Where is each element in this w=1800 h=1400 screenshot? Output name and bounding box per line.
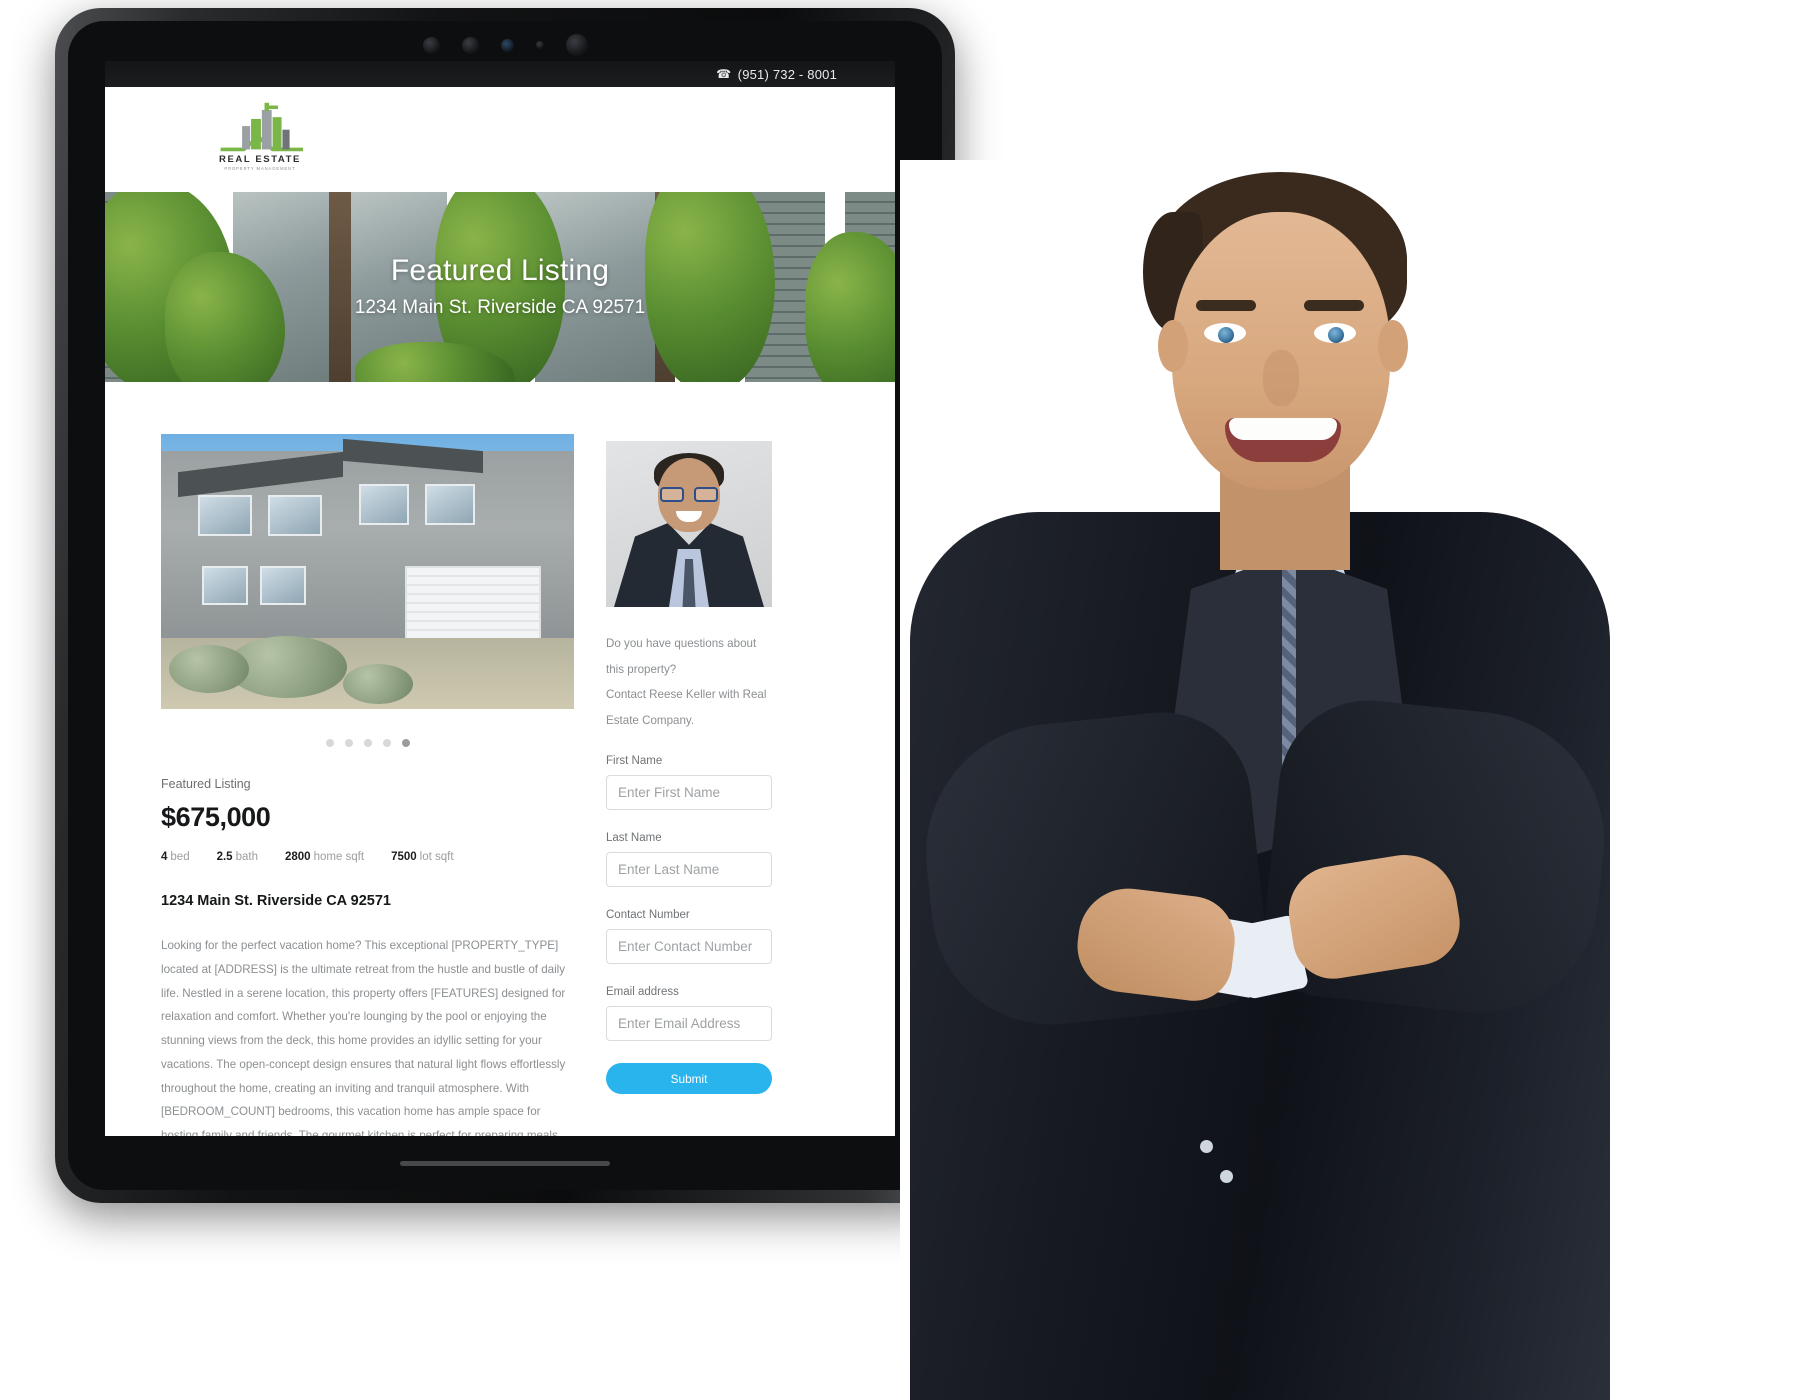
listing-description: Looking for the perfect vacation home? T…	[161, 939, 566, 1136]
last-name-label: Last Name	[606, 832, 662, 844]
listing-address: 1234 Main St. Riverside CA 92571	[161, 893, 391, 909]
businessman-photo	[900, 160, 1618, 1400]
tablet-bezel: ☎ (951) 732 - 8001 REAL ESTATE PROPERTY …	[68, 21, 942, 1190]
first-name-label: First Name	[606, 755, 663, 767]
hero-address: 1234 Main St. Riverside CA 92571	[354, 297, 646, 318]
listing-specs: 4 bed 2.5 bath 2800 home sqft 7500 lot sqft	[161, 851, 574, 863]
tablet-device: ☎ (951) 732 - 8001 REAL ESTATE PROPERTY …	[55, 8, 955, 1203]
gallery-dots[interactable]	[161, 739, 574, 747]
phone-icon: ☎	[715, 67, 731, 81]
site-logo[interactable]: REAL ESTATE PROPERTY MANAGEMENT	[217, 101, 304, 171]
hero-text-block: Featured Listing 1234 Main St. Riverside…	[105, 254, 895, 319]
spec-bath-label: bath	[235, 851, 258, 863]
logo-subtitle: PROPERTY MANAGEMENT	[224, 166, 296, 171]
spec-home-sqft-label: home sqft	[313, 851, 365, 863]
listing-column: Featured Listing $675,000 4 bed 2.5 bath 2…	[161, 434, 574, 1136]
spec-bath-value: 2.5	[216, 851, 233, 863]
gallery-dot[interactable]	[382, 739, 391, 747]
screenshot-stage: ☎ (951) 732 - 8001 REAL ESTATE PROPERTY …	[0, 0, 1800, 1400]
spec-home-sqft-value: 2800	[284, 851, 311, 863]
building-skyline-icon	[220, 102, 304, 152]
listing-eyebrow: Featured Listing	[161, 777, 251, 791]
contact-intro-line1: Do you have questions about this propert…	[606, 637, 757, 676]
site-header: REAL ESTATE PROPERTY MANAGEMENT	[105, 87, 895, 192]
spec-bed-value: 4	[161, 851, 168, 863]
email-label: Email address	[606, 986, 679, 998]
lens-icon	[500, 38, 514, 52]
topbar-phone-number[interactable]: (951) 732 - 8001	[738, 67, 837, 82]
contact-column: Do you have questions about this propert…	[606, 434, 772, 1136]
camera-icon	[422, 36, 440, 54]
email-input[interactable]	[606, 1006, 772, 1041]
speaker-icon	[565, 34, 588, 56]
logo-title: REAL ESTATE	[219, 154, 301, 165]
site-topbar: ☎ (951) 732 - 8001	[105, 61, 895, 87]
gallery-dot[interactable]	[363, 739, 372, 747]
spec-lot-sqft-value: 7500	[391, 851, 417, 863]
spec-bath: 2.5 bath	[217, 851, 258, 863]
gallery-dot[interactable]	[344, 739, 353, 747]
last-name-input[interactable]	[606, 852, 772, 887]
contact-intro: Do you have questions about this propert…	[606, 631, 772, 733]
sensor-icon	[461, 36, 479, 54]
contact-number-input[interactable]	[606, 929, 772, 964]
house-photo[interactable]	[161, 434, 574, 709]
spec-bed: 4 bed	[161, 851, 190, 863]
contact-number-label: Contact Number	[606, 909, 690, 921]
page-content: Featured Listing $675,000 4 bed 2.5 bath 2…	[105, 382, 895, 1136]
submit-button[interactable]: Submit	[606, 1063, 772, 1094]
mic-icon	[535, 41, 544, 49]
gallery-dot-active[interactable]	[401, 739, 410, 747]
spec-lot-sqft: 7500 lot sqft	[391, 851, 453, 863]
hero-title: Featured Listing	[390, 254, 610, 287]
first-name-input[interactable]	[606, 775, 772, 810]
contact-intro-line2: Contact Reese Keller with Real Estate Co…	[606, 688, 767, 727]
website-screen: ☎ (951) 732 - 8001 REAL ESTATE PROPERTY …	[105, 61, 895, 1136]
gallery-dot[interactable]	[325, 739, 334, 747]
hero-banner: Featured Listing 1234 Main St. Riverside…	[105, 192, 895, 382]
spec-home-sqft: 2800 home sqft	[285, 851, 364, 863]
agent-headshot	[606, 441, 772, 607]
spec-bed-label: bed	[170, 851, 190, 863]
listing-price: $675,000	[161, 802, 271, 832]
home-indicator	[400, 1161, 610, 1166]
spec-lot-sqft-label: lot sqft	[419, 851, 454, 863]
